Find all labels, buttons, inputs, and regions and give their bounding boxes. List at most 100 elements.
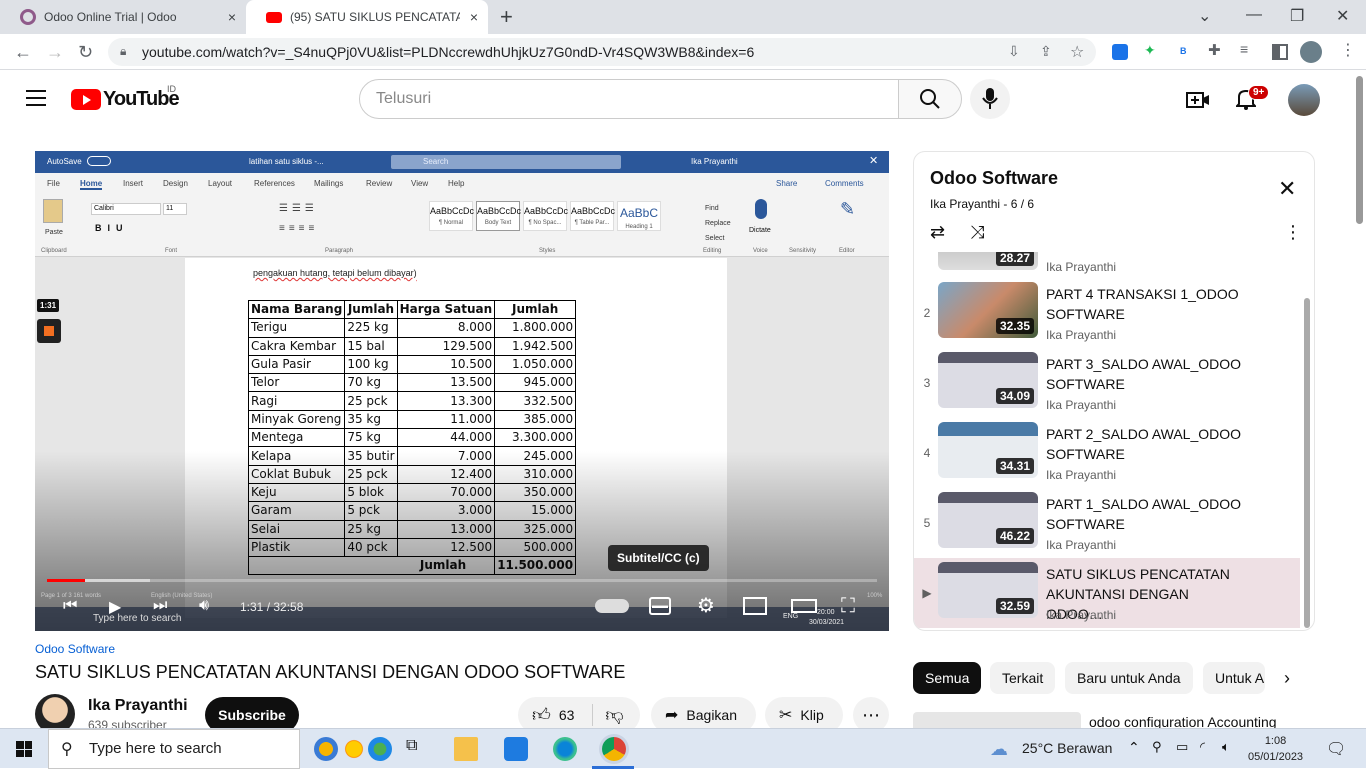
playlist-item[interactable]: 3 34.09 PART 3_SALDO AWAL_ODOO SOFTWARE Ika…: [914, 348, 1300, 418]
fullscreen-icon[interactable]: ⛶: [841, 595, 855, 618]
group-label: Sensitivity: [789, 248, 817, 254]
theater-mode-icon[interactable]: [791, 599, 817, 613]
playlist-scrollbar[interactable]: [1304, 298, 1310, 628]
extension-figure-icon[interactable]: ✦: [1144, 42, 1160, 58]
windows-start-icon[interactable]: [16, 741, 32, 757]
table-row: Minyak Goreng 35 kg 11.000 385.000: [247, 409, 577, 430]
extension-b-icon[interactable]: B: [1180, 46, 1196, 62]
reload-icon[interactable]: ↻: [78, 42, 93, 63]
action-center-icon[interactable]: 🗨︎: [1326, 739, 1346, 759]
extensions-puzzle-icon[interactable]: ✚: [1208, 41, 1224, 59]
wifi-icon[interactable]: ◜: [1200, 739, 1205, 755]
forward-icon[interactable]: →: [46, 42, 64, 63]
playlist-item[interactable]: 5 46.22 PART 1_SALDO AWAL_ODOO SOFTWARE Ika…: [914, 488, 1300, 558]
table-cell: 385.000: [494, 409, 577, 430]
miniplayer-icon[interactable]: [743, 597, 767, 615]
group-label: Styles: [539, 248, 556, 254]
playlist-item-index: ▶: [922, 586, 932, 600]
channel-hashtag-link[interactable]: Odoo Software: [35, 642, 115, 656]
subtitles-cc-icon[interactable]: ▬▬: [649, 597, 671, 615]
page-scrollbar[interactable]: [1356, 76, 1363, 224]
weather-widget-icon[interactable]: [314, 737, 338, 761]
subtitle-tooltip: Subtitel/CC (c): [608, 545, 709, 571]
hamburger-menu-icon[interactable]: [26, 90, 46, 106]
search-input[interactable]: Telusuri: [359, 79, 899, 119]
share-icon: ➦: [665, 707, 679, 724]
close-tab-icon[interactable]: ×: [470, 9, 478, 25]
voice-search-button[interactable]: [970, 79, 1010, 119]
dislike-icon[interactable]: 👎︎: [592, 704, 624, 726]
previous-icon[interactable]: ⏮︎: [63, 597, 77, 615]
table-cell: 35 kg: [344, 409, 398, 430]
channel-name[interactable]: Ika Prayanthi: [88, 697, 188, 715]
tab-youtube-video[interactable]: (95) SATU SIKLUS PENCATATAN A ×: [246, 0, 488, 34]
bookmark-star-icon[interactable]: ☆: [1070, 42, 1084, 62]
chip-all[interactable]: Semua: [913, 662, 982, 694]
back-icon[interactable]: ←: [14, 42, 32, 63]
like-icon[interactable]: 👍︎: [532, 704, 551, 726]
tab-search-icon[interactable]: ⌄: [1198, 6, 1211, 26]
taskbar-search[interactable]: ⚲ Type here to search: [48, 729, 300, 769]
youtube-logo[interactable]: YouTube ID: [71, 84, 180, 111]
install-app-icon[interactable]: ⇩: [1008, 43, 1020, 60]
close-tab-icon[interactable]: ×: [228, 9, 236, 25]
weather-text[interactable]: 25°C Berawan: [1022, 740, 1112, 756]
volume-icon[interactable]: 🔊︎: [199, 597, 209, 615]
playlist-item[interactable]: 4 34.31 PART 2_SALDO AWAL_ODOO SOFTWARE Ika…: [914, 418, 1300, 488]
meet-now-icon[interactable]: ⚲: [1152, 739, 1162, 755]
speaker-icon[interactable]: 🔈︎: [1222, 739, 1230, 755]
close-window-icon[interactable]: ✕: [1336, 6, 1349, 26]
search-button[interactable]: [898, 79, 962, 119]
mail-icon[interactable]: [504, 737, 528, 761]
edge-browser-icon[interactable]: [553, 737, 577, 761]
table-cell: 100 kg: [344, 354, 398, 375]
duration-badge: 32.59: [995, 598, 1034, 614]
scissors-icon: ✂: [779, 707, 793, 724]
lock-icon[interactable]: 🔒︎: [120, 44, 126, 59]
video-player[interactable]: AutoSave latihan satu siklus -... Search…: [35, 151, 889, 631]
progress-bar[interactable]: [47, 579, 877, 582]
chrome-icon[interactable]: [602, 737, 626, 761]
globe-icon[interactable]: [368, 737, 392, 761]
playlist-title[interactable]: Odoo Software: [930, 168, 1058, 189]
autoplay-toggle[interactable]: [595, 599, 629, 613]
chip-related[interactable]: Terkait: [990, 662, 1056, 694]
system-clock[interactable]: 1:08 05/01/2023: [1248, 733, 1303, 765]
like-count[interactable]: 63: [559, 707, 575, 723]
file-explorer-icon[interactable]: [454, 737, 478, 761]
play-icon[interactable]: ▶: [109, 597, 121, 617]
loop-playlist-icon[interactable]: ⇄: [930, 222, 945, 243]
share-page-icon[interactable]: ⇪: [1040, 43, 1052, 60]
settings-gear-icon[interactable]: ⚙: [697, 593, 715, 618]
profile-avatar-icon[interactable]: [1300, 41, 1322, 63]
next-icon[interactable]: ⏭︎: [153, 597, 167, 615]
table-cell: Mentega: [247, 428, 346, 448]
account-avatar[interactable]: [1288, 84, 1320, 116]
close-playlist-icon[interactable]: ✕: [1278, 176, 1296, 202]
chip-for-you[interactable]: Untuk A: [1203, 662, 1265, 694]
minimize-icon[interactable]: —: [1246, 6, 1262, 24]
browser-menu-icon[interactable]: ⋮: [1340, 40, 1356, 59]
create-video-icon[interactable]: [1186, 90, 1210, 110]
table-cell: Ragi: [247, 391, 346, 411]
table-cell: Minyak Goreng: [247, 409, 346, 430]
chips-next-chevron-icon[interactable]: ›: [1284, 668, 1290, 689]
shuffle-icon[interactable]: ⤨: [970, 222, 984, 243]
address-bar[interactable]: 🔒︎ youtube.com/watch?v=_S4nuQPj0VU&list=…: [108, 38, 1096, 66]
maximize-icon[interactable]: ❐: [1290, 6, 1304, 26]
task-view-icon[interactable]: ⧉: [406, 737, 430, 761]
chip-new-for-you[interactable]: Baru untuk Anda: [1065, 662, 1193, 694]
cloud-weather-icon[interactable]: ☁: [990, 739, 1008, 760]
new-tab-button[interactable]: +: [500, 4, 513, 30]
playlist-item[interactable]: 28.27 Ika Prayanthi: [914, 252, 1300, 280]
more-options-icon[interactable]: ⋮: [1284, 222, 1302, 243]
tab-odoo-trial[interactable]: Odoo Online Trial | Odoo ×: [0, 0, 246, 34]
extension-blue-icon[interactable]: [1112, 44, 1128, 60]
battery-icon[interactable]: ▭: [1176, 739, 1188, 755]
playlist-item[interactable]: 2 32.35 PART 4 TRANSAKSI 1_ODOO SOFTWARE Ik…: [914, 278, 1300, 348]
side-panel-icon[interactable]: [1272, 44, 1288, 60]
playlist-item[interactable]: ▶ 32.59 SATU SIKLUS PENCATATAN AKUNTANSI D…: [914, 558, 1300, 628]
show-hidden-icons-icon[interactable]: ⌃: [1128, 739, 1140, 756]
sun-icon[interactable]: [342, 737, 366, 761]
media-control-icon[interactable]: ≡: [1240, 41, 1256, 57]
